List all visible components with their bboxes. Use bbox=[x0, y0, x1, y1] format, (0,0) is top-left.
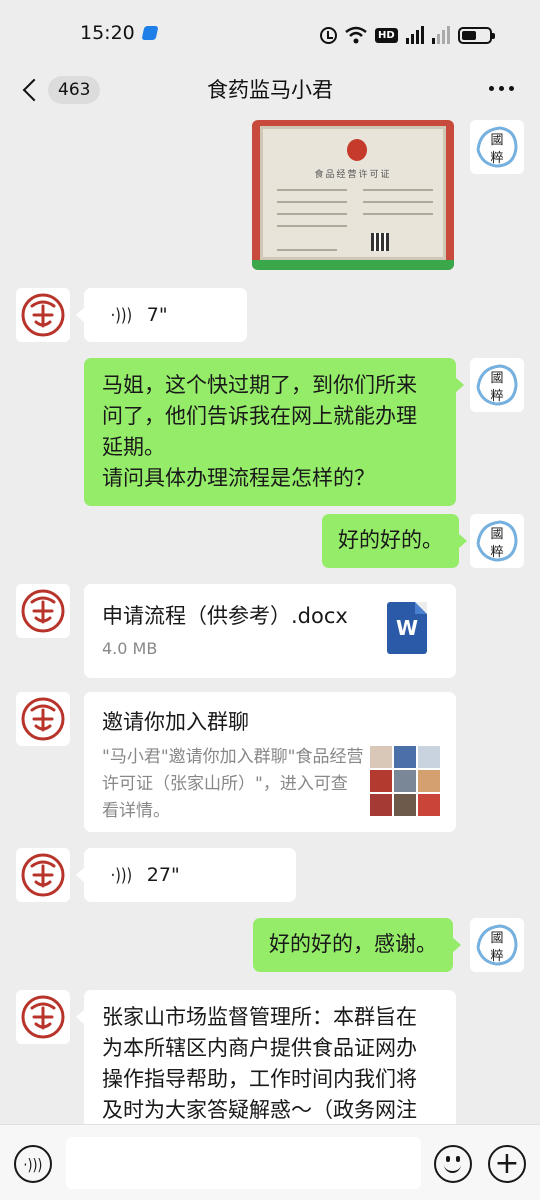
signal-2-icon bbox=[431, 26, 450, 44]
group-member-thumb bbox=[394, 746, 416, 768]
voice-duration: 7" bbox=[146, 303, 168, 326]
incoming-text-bubble[interactable]: 张家山市场监督管理所：本群旨在 为本所辖区内商户提供食品证网办 操作指导帮助，工… bbox=[76, 990, 456, 1124]
invite-title: 邀请你加入群聊 bbox=[102, 710, 249, 734]
status-icons: HD bbox=[320, 22, 495, 48]
seal-avatar-art bbox=[16, 692, 70, 746]
more-functions-button[interactable]: + bbox=[488, 1145, 526, 1183]
app-notification-icon bbox=[141, 26, 159, 40]
message-text-input[interactable] bbox=[66, 1137, 421, 1189]
message-input-bar: ·))) + bbox=[0, 1124, 540, 1200]
self-avatar[interactable]: 國 粹 bbox=[470, 120, 524, 174]
group-member-thumb bbox=[370, 746, 392, 768]
certificate-text-line bbox=[363, 213, 433, 215]
emoji-button[interactable] bbox=[434, 1145, 472, 1183]
more-dot bbox=[489, 86, 494, 91]
more-dot bbox=[499, 86, 504, 91]
plus-icon: + bbox=[494, 1146, 520, 1181]
svg-text:國: 國 bbox=[490, 371, 503, 386]
voice-message-bubble[interactable]: ·))) 7" bbox=[76, 288, 247, 342]
chat-header: 463 食药监马小君 bbox=[0, 64, 540, 116]
qr-code-icon bbox=[371, 233, 389, 251]
group-avatar-grid bbox=[370, 746, 440, 816]
svg-text:國: 國 bbox=[490, 931, 503, 946]
file-size: 4.0 MB bbox=[102, 639, 158, 658]
sender-avatar[interactable] bbox=[16, 288, 70, 342]
certificate-photo: 食品经营许可证 bbox=[260, 126, 446, 260]
sender-avatar[interactable] bbox=[16, 692, 70, 746]
svg-text:粹: 粹 bbox=[490, 545, 503, 560]
alarm-icon bbox=[320, 26, 337, 44]
group-member-thumb bbox=[370, 770, 392, 792]
certificate-image-message[interactable]: 食品经营许可证 bbox=[252, 120, 454, 270]
self-avatar-art: 國 粹 bbox=[470, 358, 524, 412]
certificate-title: 食品经营许可证 bbox=[314, 170, 392, 180]
sender-avatar[interactable] bbox=[16, 584, 70, 638]
certificate-text-line bbox=[277, 225, 347, 227]
certificate-text-line bbox=[363, 201, 433, 203]
certificate-text-line bbox=[277, 201, 347, 203]
seal-avatar-art bbox=[16, 848, 70, 902]
group-member-thumb bbox=[418, 794, 440, 816]
chat-title: 食药监马小君 bbox=[207, 78, 333, 102]
group-member-thumb bbox=[418, 746, 440, 768]
group-member-thumb bbox=[394, 770, 416, 792]
status-bar: 15:20 HD bbox=[0, 0, 540, 64]
signal-icon bbox=[405, 26, 424, 44]
emoji-eye bbox=[456, 1156, 460, 1162]
certificate-text-line bbox=[363, 189, 433, 191]
hd-badge: HD bbox=[375, 27, 398, 43]
self-avatar-art: 國 粹 bbox=[470, 514, 524, 568]
emoji-eye bbox=[446, 1156, 450, 1162]
voice-wave-icon: ·))) bbox=[23, 1154, 43, 1174]
voice-message-bubble[interactable]: ·))) 27" bbox=[76, 848, 296, 902]
group-member-thumb bbox=[394, 794, 416, 816]
svg-text:國: 國 bbox=[490, 133, 503, 148]
svg-text:粹: 粹 bbox=[490, 151, 503, 166]
certificate-text-line bbox=[277, 189, 347, 191]
chat-message-list[interactable]: 食品经营许可证 國 粹 ·))) 7" 马姐，这个快过期了，到你们所来 问了，他… bbox=[0, 116, 540, 1124]
seal-avatar-art bbox=[16, 288, 70, 342]
more-dot bbox=[509, 86, 514, 91]
word-file-icon: W bbox=[387, 602, 427, 654]
self-avatar[interactable]: 國 粹 bbox=[470, 358, 524, 412]
voice-wave-icon: ·))) bbox=[110, 864, 133, 886]
emoji-mouth bbox=[444, 1164, 461, 1173]
self-avatar[interactable]: 國 粹 bbox=[470, 514, 524, 568]
outgoing-text-bubble[interactable]: 好的好的，感谢。 bbox=[253, 918, 461, 972]
svg-text:粹: 粹 bbox=[490, 949, 503, 964]
seal-avatar-art bbox=[16, 990, 70, 1044]
voice-wave-icon: ·))) bbox=[110, 304, 133, 326]
file-name: 申请流程（供参考）.docx bbox=[102, 604, 348, 628]
group-member-thumb bbox=[418, 770, 440, 792]
file-message-card[interactable]: 申请流程（供参考）.docx 4.0 MB W bbox=[84, 584, 456, 678]
voice-input-toggle-button[interactable]: ·))) bbox=[14, 1145, 52, 1183]
sender-avatar[interactable] bbox=[16, 848, 70, 902]
seal-avatar-art bbox=[16, 584, 70, 638]
battery-icon bbox=[457, 26, 495, 44]
self-avatar-art: 國 粹 bbox=[470, 120, 524, 174]
certificate-text-line bbox=[277, 213, 347, 215]
wifi-icon bbox=[345, 26, 367, 44]
more-options-button[interactable] bbox=[489, 86, 514, 91]
svg-text:國: 國 bbox=[490, 527, 503, 542]
emoji-face-icon bbox=[436, 1147, 470, 1181]
outgoing-text-bubble[interactable]: 马姐，这个快过期了，到你们所来 问了，他们告诉我在网上就能办理 延期。 请问具体… bbox=[84, 358, 464, 506]
voice-duration: 27" bbox=[146, 863, 180, 886]
outgoing-text-bubble[interactable]: 好的好的。 bbox=[322, 514, 467, 568]
sender-avatar[interactable] bbox=[16, 990, 70, 1044]
self-avatar[interactable]: 國 粹 bbox=[470, 918, 524, 972]
group-member-thumb bbox=[370, 794, 392, 816]
status-time: 15:20 bbox=[80, 22, 135, 44]
self-avatar-art: 國 粹 bbox=[470, 918, 524, 972]
certificate-text-line bbox=[277, 249, 337, 251]
national-emblem-icon bbox=[347, 139, 367, 161]
group-invite-card[interactable]: 邀请你加入群聊 "马小君"邀请你加入群聊"食品经营许可证（张家山所）"，进入可查… bbox=[84, 692, 456, 832]
image-bottom-strip bbox=[252, 260, 454, 270]
svg-text:粹: 粹 bbox=[490, 389, 503, 404]
invite-description: "马小君"邀请你加入群聊"食品经营许可证（张家山所）"，进入可查看详情。 bbox=[102, 747, 364, 821]
